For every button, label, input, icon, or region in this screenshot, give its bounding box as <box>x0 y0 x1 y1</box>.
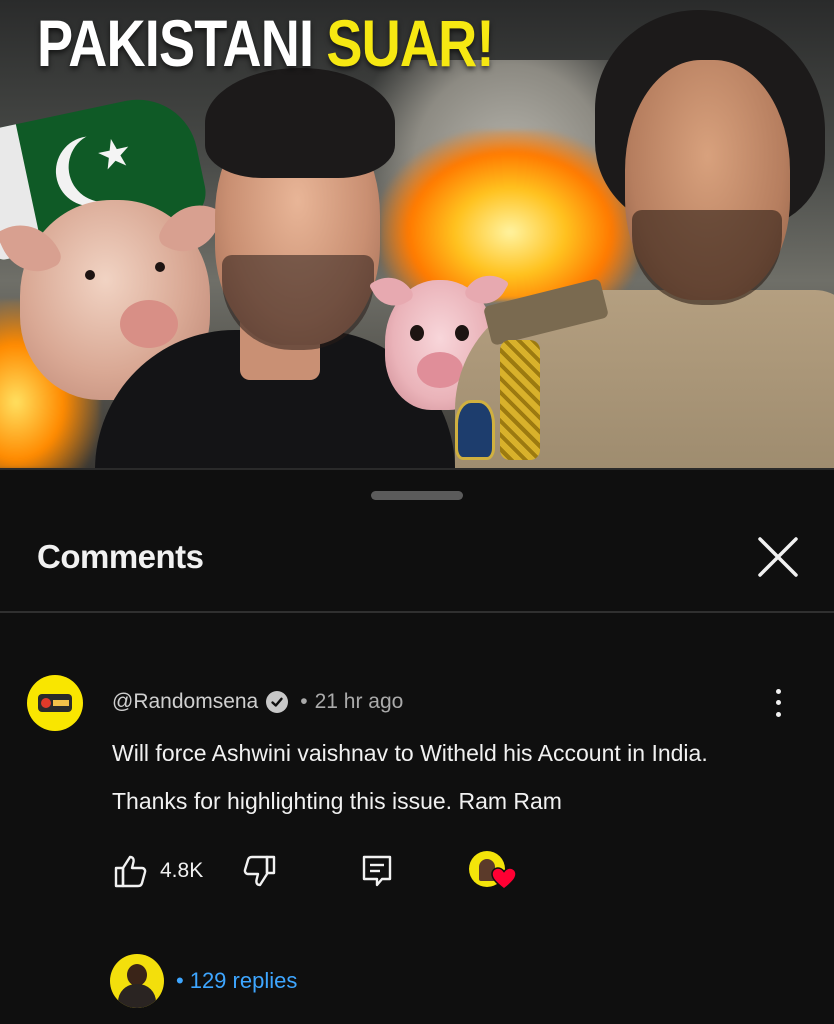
comment-author[interactable]: @Randomsena <box>112 690 258 714</box>
comment-menu-button[interactable] <box>766 686 790 720</box>
dislike-button[interactable] <box>242 851 278 891</box>
thumbnail-title-part2: SUAR! <box>326 6 494 80</box>
reply-icon <box>362 855 392 887</box>
more-vertical-icon <box>775 689 781 695</box>
heart-icon <box>491 867 517 890</box>
replies-count-label: 129 replies <box>189 968 298 993</box>
comment-actions: 4.8K <box>108 851 538 891</box>
thumbs-down-icon <box>243 855 276 887</box>
comment-time: 21 hr ago <box>314 690 404 713</box>
comment-thread: @Randomsena • 21 hr ago Will force Ashwi… <box>0 613 834 1024</box>
video-thumbnail[interactable]: ★ PAKISTANI SUAR! <box>0 0 834 468</box>
thumbnail-title: PAKISTANI SUAR! <box>37 0 494 88</box>
comment-body: Will force Ashwini vaishnav to Witheld h… <box>112 729 802 825</box>
like-count: 4.8K <box>160 859 204 882</box>
verified-check-icon <box>266 691 289 713</box>
reply-author-avatar <box>110 954 164 1008</box>
view-replies-button[interactable]: • 129 replies <box>110 953 297 1009</box>
like-button[interactable]: 4.8K <box>112 851 203 891</box>
channel-logo-icon <box>38 694 72 712</box>
reply-button[interactable] <box>360 851 394 891</box>
comments-sheet: Comments @Randomsena • 21 hr ago Will fo… <box>0 468 834 1024</box>
thumbnail-title-part1: PAKISTANI <box>37 6 314 80</box>
commenter-avatar[interactable] <box>27 675 83 731</box>
comment-text-line-1: Will force Ashwini vaishnav to Witheld h… <box>112 740 708 766</box>
close-icon <box>758 537 798 577</box>
sheet-drag-handle[interactable] <box>371 491 463 500</box>
creator-heart-badge <box>469 851 517 891</box>
comments-title: Comments <box>37 538 204 575</box>
comment-meta: @Randomsena • 21 hr ago <box>112 685 403 719</box>
close-button[interactable] <box>754 533 802 581</box>
comment-text-line-2: Thanks for highlighting this issue. Ram … <box>112 788 562 814</box>
thumbs-up-icon <box>114 855 147 888</box>
replies-separator: • <box>176 968 184 993</box>
meta-separator: • <box>300 690 308 713</box>
